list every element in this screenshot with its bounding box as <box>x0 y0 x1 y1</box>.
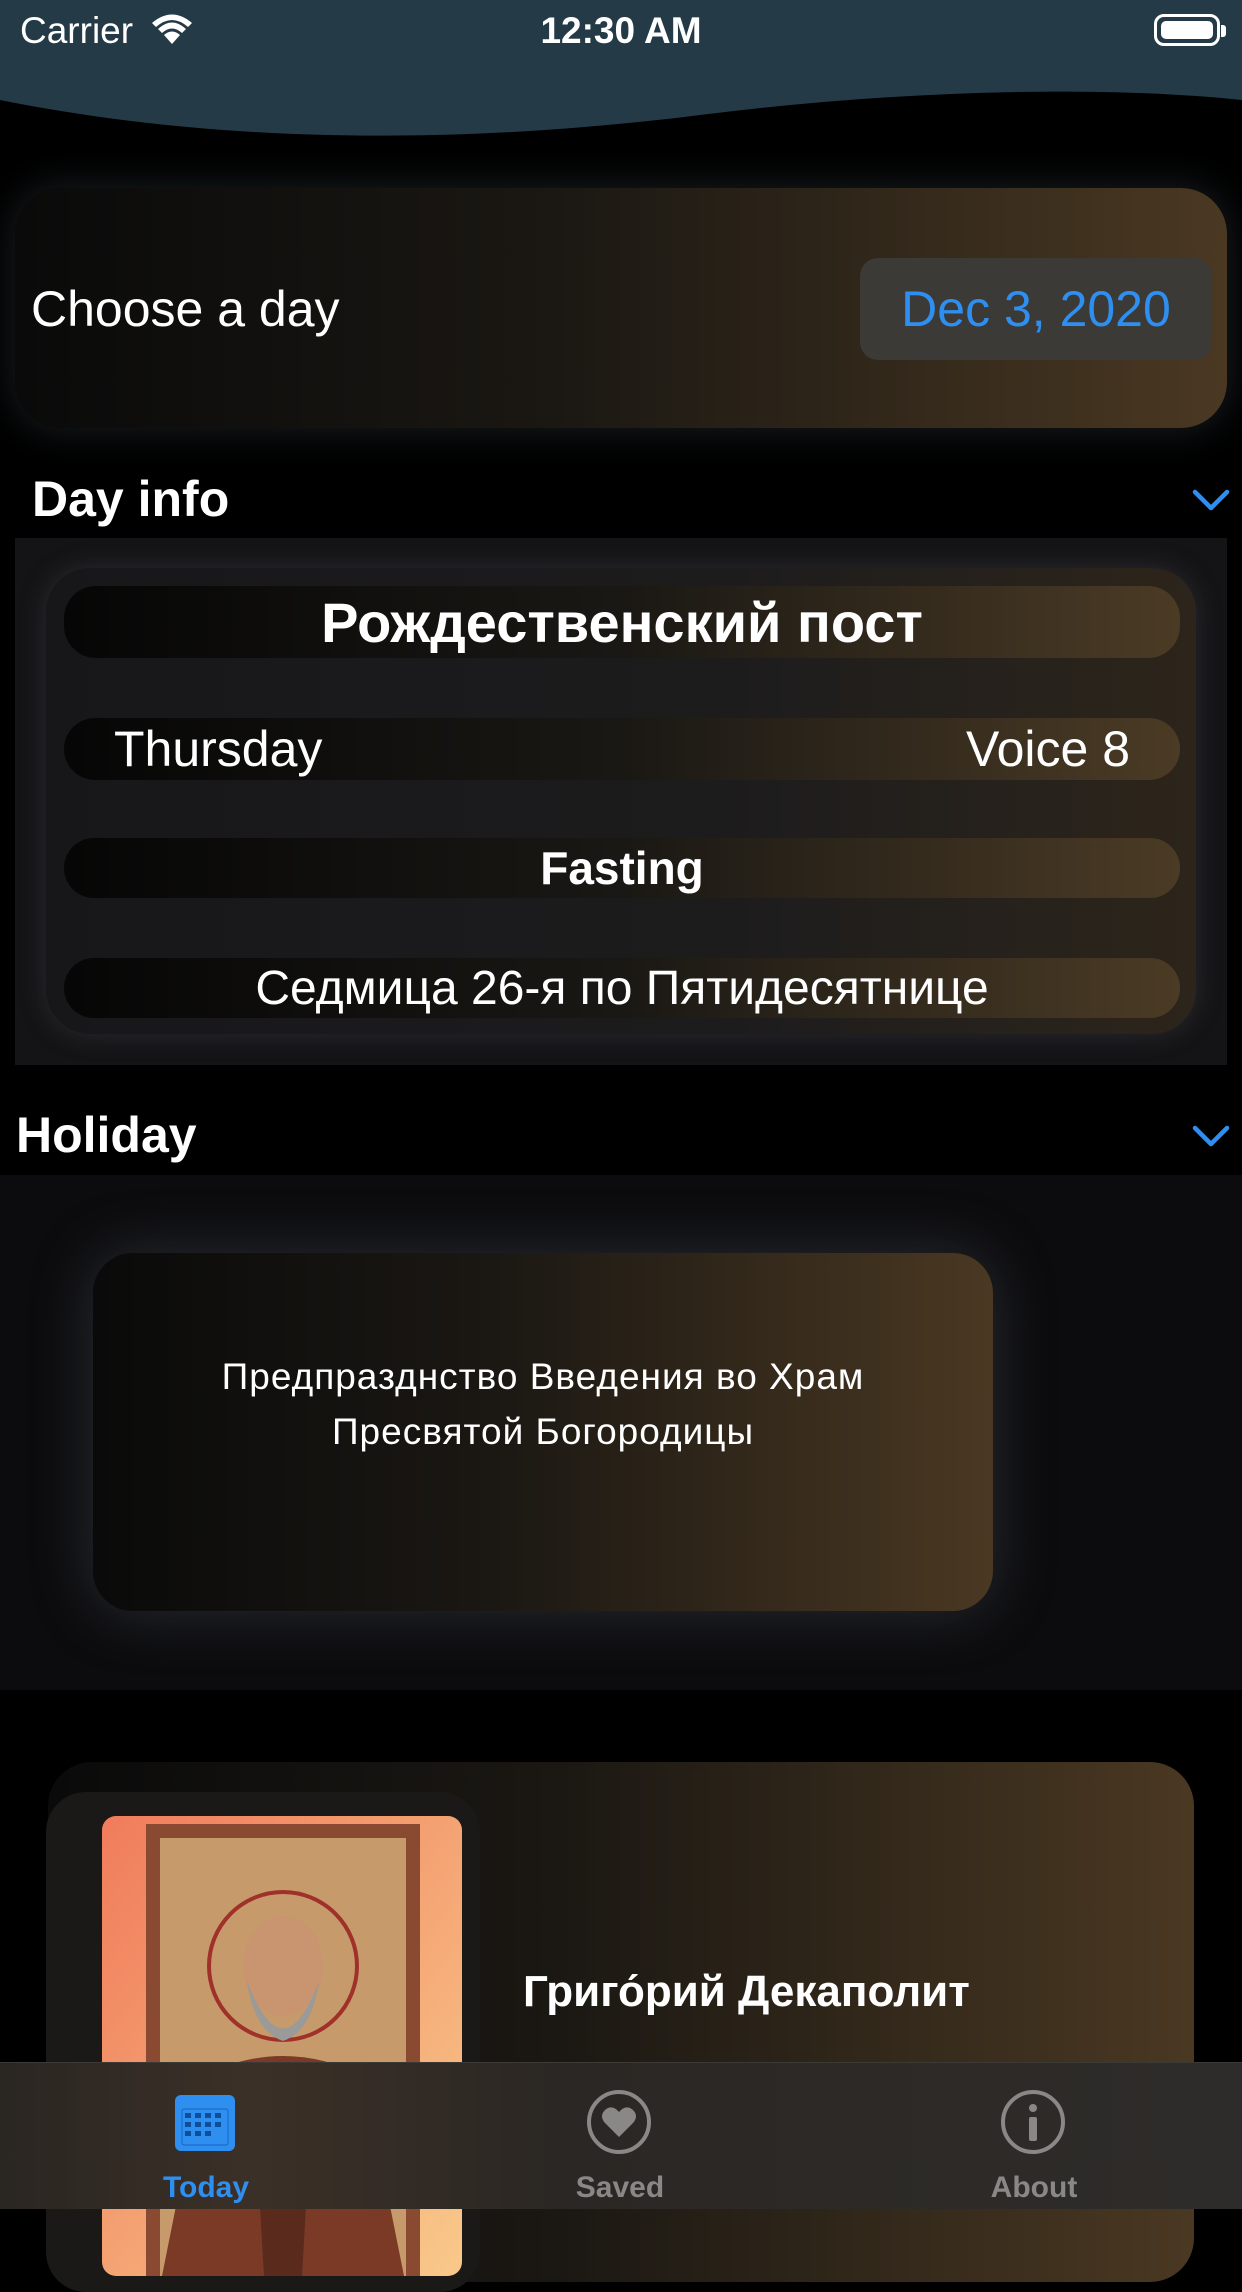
fasting-row: Fasting <box>64 838 1180 898</box>
day-info-card: Рождественский пост Thursday Voice 8 Fas… <box>46 568 1196 1034</box>
tab-today[interactable]: Today <box>106 2063 306 2209</box>
status-time: 12:30 AM <box>540 10 702 51</box>
status-bar: Carrier 12:30 AM <box>0 0 1242 62</box>
day-info-chevron-down-icon[interactable] <box>1192 488 1230 512</box>
tab-saved-label: Saved <box>575 2171 665 2204</box>
tab-about[interactable]: About <box>934 2063 1134 2209</box>
tab-about-label: About <box>990 2171 1078 2204</box>
fasting-label: Fasting <box>540 842 704 894</box>
battery-icon <box>1154 14 1226 46</box>
fast-name-row: Рождественский пост <box>64 586 1180 658</box>
holiday-chevron-down-icon[interactable] <box>1192 1124 1230 1148</box>
holiday-heading: Holiday <box>16 1107 197 1163</box>
choose-day-label: Choose a day <box>31 281 340 337</box>
tab-bar: Today Saved About <box>0 2062 1242 2209</box>
week-row: Седмица 26-я по Пятидесятнице <box>64 958 1180 1018</box>
date-picker-button[interactable]: Dec 3, 2020 <box>860 258 1212 360</box>
weekday-label: Thursday <box>114 721 323 777</box>
calendar-icon <box>175 2095 235 2151</box>
tab-today-label: Today <box>162 2171 250 2204</box>
tab-saved[interactable]: Saved <box>520 2063 720 2209</box>
date-chooser-card: Choose a day Dec 3, 2020 <box>15 188 1227 428</box>
saint-name: Григо́рий Декаполит <box>523 1967 970 2016</box>
info-icon <box>1001 2090 1065 2154</box>
weekday-voice-row: Thursday Voice 8 <box>64 718 1180 780</box>
fast-name: Рождественский пост <box>321 590 923 654</box>
holiday-card[interactable]: Предпразднство Введения во Храм Пресвято… <box>93 1253 993 1611</box>
holiday-text: Предпразднство Введения во Храм Пресвято… <box>221 1356 865 1452</box>
heart-icon <box>587 2090 651 2154</box>
week-label: Седмица 26-я по Пятидесятнице <box>255 961 989 1015</box>
voice-label: Voice 8 <box>965 721 1130 777</box>
day-info-heading: Day info <box>32 471 230 527</box>
